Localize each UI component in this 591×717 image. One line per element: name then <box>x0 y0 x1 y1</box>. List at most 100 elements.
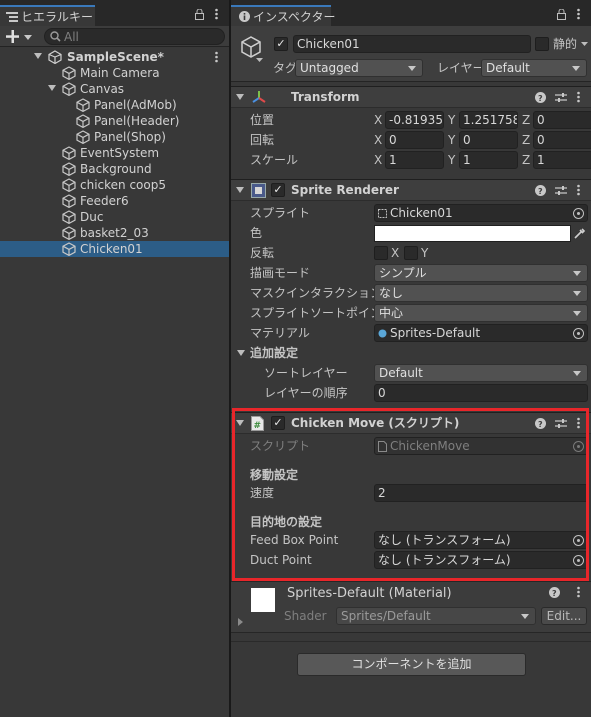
object-name-field[interactable]: Chicken01 <box>293 35 531 53</box>
chicken-move-title: Chicken Move (スクリプト) <box>291 416 460 430</box>
sort-point-dropdown[interactable]: 中心 <box>374 304 588 322</box>
expand-arrow-icon[interactable] <box>238 618 243 626</box>
svg-text:?: ? <box>538 420 543 429</box>
presets-icon[interactable] <box>555 418 567 429</box>
layer-dropdown[interactable]: Default <box>481 59 587 77</box>
object-picker-icon[interactable] <box>573 555 584 566</box>
position-z-field[interactable]: 0 <box>533 111 591 129</box>
hierarchy-item[interactable]: EventSystem <box>0 145 229 161</box>
help-icon[interactable]: ? <box>549 587 560 598</box>
tag-dropdown[interactable]: Untagged <box>295 59 423 77</box>
scene-row[interactable]: SampleScene* <box>0 49 229 65</box>
expand-arrow-icon[interactable] <box>236 187 244 193</box>
hierarchy-item[interactable]: Canvas <box>0 81 229 97</box>
shader-dropdown[interactable]: Sprites/Default <box>336 607 536 625</box>
component-menu-icon[interactable] <box>577 91 580 103</box>
expand-arrow-icon[interactable] <box>34 53 42 59</box>
expand-arrow-icon[interactable] <box>236 94 244 100</box>
component-menu-icon[interactable] <box>577 417 580 429</box>
sprite-field[interactable]: Chicken01 <box>374 204 588 222</box>
gameobject-cube-icon[interactable] <box>239 35 263 59</box>
color-label: 色 <box>250 226 263 240</box>
hierarchy-item[interactable]: Duc <box>0 209 229 225</box>
help-icon[interactable]: ? <box>535 418 546 429</box>
rotation-label: 回転 <box>250 133 275 147</box>
component-menu-icon[interactable] <box>577 184 580 196</box>
hierarchy-item[interactable]: chicken coop5 <box>0 177 229 193</box>
expand-arrow-icon[interactable] <box>236 420 244 426</box>
hierarchy-item[interactable]: Panel(AdMob) <box>0 97 229 113</box>
scale-axis-y-label[interactable]: Y <box>448 151 455 169</box>
lock-icon[interactable] <box>195 9 204 20</box>
hierarchy-item-label: Main Camera <box>80 66 160 80</box>
hierarchy-tab-bar: ヒエラルキー <box>0 0 229 26</box>
scale-x-field[interactable]: 1 <box>385 151 444 169</box>
scale-z-field[interactable]: 1 <box>533 151 591 169</box>
rotation-axis-x-label[interactable]: X <box>374 131 382 149</box>
object-picker-icon[interactable] <box>573 208 584 219</box>
eyedropper-icon[interactable] <box>573 227 586 240</box>
help-icon[interactable]: ? <box>535 185 546 196</box>
order-in-layer-field[interactable]: 0 <box>374 384 588 402</box>
flip-y-checkbox[interactable] <box>404 246 418 260</box>
hierarchy-tab[interactable]: ヒエラルキー <box>0 5 95 26</box>
rotation-axis-z-label[interactable]: Z <box>522 131 530 149</box>
static-dropdown-icon[interactable] <box>581 42 588 46</box>
hierarchy-list-icon <box>6 12 18 22</box>
add-component-button[interactable]: コンポーネントを追加 <box>297 653 526 676</box>
active-checkbox[interactable]: ✓ <box>274 37 288 51</box>
hierarchy-item[interactable]: Panel(Shop) <box>0 129 229 145</box>
duct-point-field[interactable]: なし (トランスフォーム) <box>374 551 588 569</box>
hierarchy-item-label: Duc <box>80 210 104 224</box>
inspector-lock-icon[interactable] <box>557 9 566 20</box>
help-icon[interactable]: ? <box>535 92 546 103</box>
position-x-field[interactable]: -0.81935 <box>385 111 444 129</box>
additional-settings-label[interactable]: 追加設定 <box>250 344 298 362</box>
mask-interaction-dropdown[interactable]: なし <box>374 284 588 302</box>
scale-y-field[interactable]: 1 <box>459 151 518 169</box>
hierarchy-menu-icon[interactable] <box>215 8 218 20</box>
position-axis-y-label[interactable]: Y <box>448 111 455 129</box>
color-swatch[interactable] <box>374 225 571 242</box>
create-plus-icon[interactable] <box>6 30 20 43</box>
draw-mode-dropdown[interactable]: シンプル <box>374 264 588 282</box>
speed-field[interactable]: 2 <box>374 484 588 502</box>
rotation-x-field[interactable]: 0 <box>385 131 444 149</box>
expand-arrow-icon[interactable] <box>237 350 245 356</box>
object-picker-icon[interactable] <box>573 328 584 339</box>
hierarchy-item[interactable]: Chicken01 <box>0 241 229 257</box>
expand-arrow-icon[interactable] <box>48 85 56 91</box>
scale-axis-x-label[interactable]: X <box>374 151 382 169</box>
inspector-menu-icon[interactable] <box>577 8 580 20</box>
material-label: マテリアル <box>250 326 310 340</box>
inspector-tab[interactable]: インスペクター <box>231 5 335 26</box>
shader-edit-button[interactable]: Edit... <box>541 607 587 625</box>
hierarchy-item[interactable]: Main Camera <box>0 65 229 81</box>
hierarchy-search-input[interactable]: All <box>44 28 225 45</box>
rotation-axis-y-label[interactable]: Y <box>448 131 455 149</box>
feed-box-point-field[interactable]: なし (トランスフォーム) <box>374 531 588 549</box>
presets-icon[interactable] <box>555 92 567 103</box>
material-field[interactable]: Sprites-Default <box>374 324 588 342</box>
position-axis-x-label[interactable]: X <box>374 111 382 129</box>
hierarchy-item[interactable]: Panel(Header) <box>0 113 229 129</box>
object-picker-icon[interactable] <box>573 535 584 546</box>
presets-icon[interactable] <box>555 185 567 196</box>
scale-axis-z-label[interactable]: Z <box>522 151 530 169</box>
position-axis-z-label[interactable]: Z <box>522 111 530 129</box>
rotation-y-field[interactable]: 0 <box>459 131 518 149</box>
sorting-layer-dropdown[interactable]: Default <box>374 364 588 382</box>
hierarchy-item[interactable]: basket2_03 <box>0 225 229 241</box>
icon-chevron-down-icon[interactable] <box>256 58 263 62</box>
position-y-field[interactable]: 1.251758 <box>459 111 518 129</box>
sprite-renderer-enabled-checkbox[interactable]: ✓ <box>271 183 285 197</box>
chevron-down-icon[interactable] <box>24 35 32 40</box>
flip-x-checkbox[interactable] <box>374 246 388 260</box>
rotation-z-field[interactable]: 0 <box>533 131 591 149</box>
static-checkbox[interactable] <box>535 37 549 51</box>
scene-menu-icon[interactable] <box>215 51 218 63</box>
hierarchy-item[interactable]: Background <box>0 161 229 177</box>
chicken-move-enabled-checkbox[interactable]: ✓ <box>271 416 285 430</box>
hierarchy-item[interactable]: Feeder6 <box>0 193 229 209</box>
material-menu-icon[interactable] <box>577 586 580 598</box>
